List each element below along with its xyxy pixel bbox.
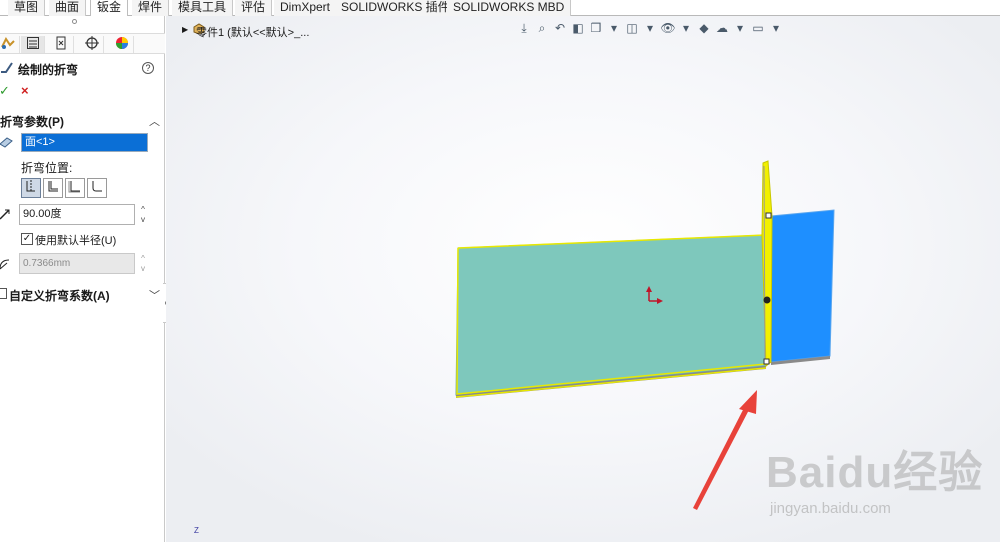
bend-outside-button[interactable] [87,178,107,198]
tab-surface[interactable]: 曲面 [49,0,87,16]
cancel-button[interactable]: × [21,83,29,98]
tab-sheet-metal[interactable]: 钣金 [90,0,129,16]
bend-position-label: 折弯位置: [21,161,73,175]
use-default-radius-checkbox[interactable]: ✓ [21,233,33,245]
radius-spin-up-icon: ^ [141,254,145,263]
panel-tab-bar [0,33,165,54]
custom-bend-allowance-checkbox[interactable] [0,288,7,299]
tab-weldments[interactable]: 焊件 [132,0,170,16]
configuration-manager-icon[interactable] [50,36,74,53]
tab-sketch[interactable]: 草图 [8,0,46,16]
view-orientation-icon[interactable]: ❒ [588,20,604,36]
material-inside-button[interactable] [43,178,63,198]
hide-show-dropdown-icon[interactable]: ▾ [678,20,694,36]
annotation-arrow [693,390,757,510]
bend-line-handle-bottom[interactable] [763,358,770,365]
edit-appearance-icon[interactable]: ◆ [696,20,712,36]
tab-solidworks-addins[interactable]: SOLIDWORKS 插件 [335,0,457,16]
bend-radius-input: 0.7366mm [19,253,135,274]
zoom-to-fit-icon[interactable]: ⤓ [516,20,532,36]
angle-spin-up-icon[interactable]: ^ [138,205,148,215]
bend-angle-input[interactable]: 90.00度 [19,204,135,225]
watermark-url: jingyan.baidu.com [770,500,891,517]
display-style-dropdown-icon[interactable]: ▾ [642,20,658,36]
bend-line-handle-top[interactable] [765,212,772,219]
tree-expand-icon[interactable]: ▶ [182,25,188,34]
tab-solidworks-mbd[interactable]: SOLIDWORKS MBD [447,0,572,16]
ok-button[interactable]: ✓ [0,83,10,99]
bend-direction-handle[interactable] [763,296,771,304]
previous-view-icon[interactable]: ↶ [552,20,568,36]
property-manager-panel: 绘制的折弯 ? ✓ × 折弯参数(P) ︿ 面<1> 折弯位置: 90.00度 … [0,16,165,542]
view-settings-dropdown-icon[interactable]: ▾ [768,20,784,36]
use-default-radius-label: 使用默认半径(U) [35,235,117,247]
feature-title: 绘制的折弯 [18,63,79,77]
bend-angle-icon [0,207,12,224]
property-manager-icon[interactable] [21,36,45,53]
tab-mold-tools[interactable]: 模具工具 [172,0,234,16]
help-icon[interactable]: ? [142,62,154,74]
custom-bend-allowance-label[interactable]: 自定义折弯系数(A) [9,287,110,304]
sketched-bend-icon [0,60,14,74]
angle-spin-down-icon[interactable]: v [138,215,148,225]
material-outside-button[interactable] [65,178,85,198]
bend-radius-icon [0,257,12,274]
view-orientation-dropdown-icon[interactable]: ▾ [606,20,622,36]
watermark-logo: Baidu经验 [766,448,984,497]
face-select-icon [0,134,14,150]
feature-manager-icon[interactable] [0,36,20,53]
chevron-up-icon[interactable]: ︿ [149,113,160,129]
graphics-area[interactable]: ▶ 零件1 (默认<<默认>_... ⤓ ⌕ ↶ ◧ ❒ ▾ ◫ ▾ 👁 ▾ ◆… [166,16,1000,542]
tab-evaluate[interactable]: 评估 [235,0,273,16]
fixed-face-selection-box[interactable]: 面<1> [21,133,148,152]
hide-show-icon[interactable]: 👁 [660,20,676,36]
apply-scene-icon[interactable]: ☁ [714,20,730,36]
bend-parameters-header[interactable]: 折弯参数(P) [0,113,64,130]
feature-tree-part-label[interactable]: 零件1 (默认<<默认>_... [196,24,309,40]
view-settings-icon[interactable]: ▭ [750,20,766,36]
tab-dimxpert[interactable]: DimXpert [274,0,338,16]
dimxpert-icon[interactable] [80,36,104,53]
axis-triad: Z [194,526,199,535]
display-style-icon[interactable]: ◫ [624,20,640,36]
appearance-icon[interactable] [110,36,134,53]
bend-centerline-button[interactable] [21,178,41,198]
panel-grip-icon[interactable] [72,19,77,24]
apply-scene-dropdown-icon[interactable]: ▾ [732,20,748,36]
bent-face[interactable] [770,209,835,363]
section-view-icon[interactable]: ◧ [570,20,586,36]
baidu-watermark: Baidu经验 jingyan.baidu.com [766,434,996,534]
chevron-down-icon[interactable]: ﹀ [149,287,160,303]
radius-spin-down-icon: v [141,264,145,273]
command-manager-tabs: 草图 曲面 钣金 焊件 模具工具 评估 DimXpert SOLIDWORKS … [0,0,1000,16]
zoom-area-icon[interactable]: ⌕ [534,20,550,36]
